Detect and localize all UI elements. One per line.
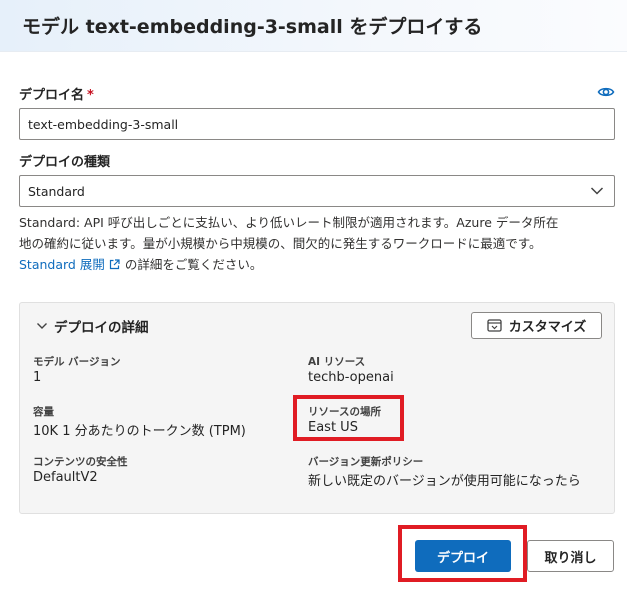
deployment-name-input[interactable] [19,108,615,140]
chevron-down-icon [590,187,604,195]
capacity-value: 10K 1 分あたりのトークン数 (TPM) [33,424,246,439]
dialog-title: モデル text-embedding-3-small をデプロイする [22,16,483,38]
resource-location-highlight [293,395,404,441]
description-line-1: Standard: API 呼び出しごとに支払い、より低いレート制限が適用されま… [19,215,559,230]
eye-icon[interactable] [597,84,615,100]
customize-button[interactable]: カスタマイズ [471,312,602,339]
model-version-value: 1 [33,370,42,385]
capacity-label: 容量 [33,406,54,418]
customize-button-label: カスタマイズ [508,320,587,335]
content-safety-label: コンテンツの安全性 [33,456,128,468]
description-line-2: 地の確約に従います。量が小規模から中規模の、間欠的に発生するワークロードに最適で… [19,236,542,251]
required-mark: * [87,88,94,103]
cancel-button[interactable]: 取り消し [527,540,614,572]
link-suffix: の詳細をご覧ください。 [124,257,263,272]
standard-deployment-link[interactable]: Standard 展開 [19,257,105,272]
deployment-name-label-text: デプロイ名 [19,88,85,103]
deploy-model-dialog: モデル text-embedding-3-small をデプロイする デプロイ名… [0,0,627,602]
ai-resource-value: techb-openai [308,370,394,385]
ai-resource-label: AI リソース [308,356,366,368]
deployment-type-selected: Standard [28,184,85,199]
deployment-type-select[interactable]: Standard [19,175,615,207]
version-update-policy-value: 新しい既定のバージョンが使用可能になったら [308,474,581,489]
deployment-type-description: Standard: API 呼び出しごとに支払い、より低いレート制限が適用されま… [19,212,617,275]
deployment-details-title: デプロイの詳細 [54,320,149,336]
deployment-type-label: デプロイの種類 [19,155,111,170]
version-update-policy-label: バージョン更新ポリシー [308,456,424,468]
content-safety-value: DefaultV2 [33,470,98,485]
deployment-details-toggle[interactable]: デプロイの詳細 [36,316,149,336]
deploy-button[interactable]: デプロイ [415,540,511,572]
dialog-header: モデル text-embedding-3-small をデプロイする [0,0,627,52]
model-version-label: モデル バージョン [33,356,121,368]
description-line-3: Standard 展開 の詳細をご覧ください。 [19,254,617,275]
deployment-name-label: デプロイ名 * [19,84,94,103]
customize-icon [487,319,502,332]
external-link-icon[interactable] [109,259,120,270]
chevron-down-icon [37,323,47,329]
